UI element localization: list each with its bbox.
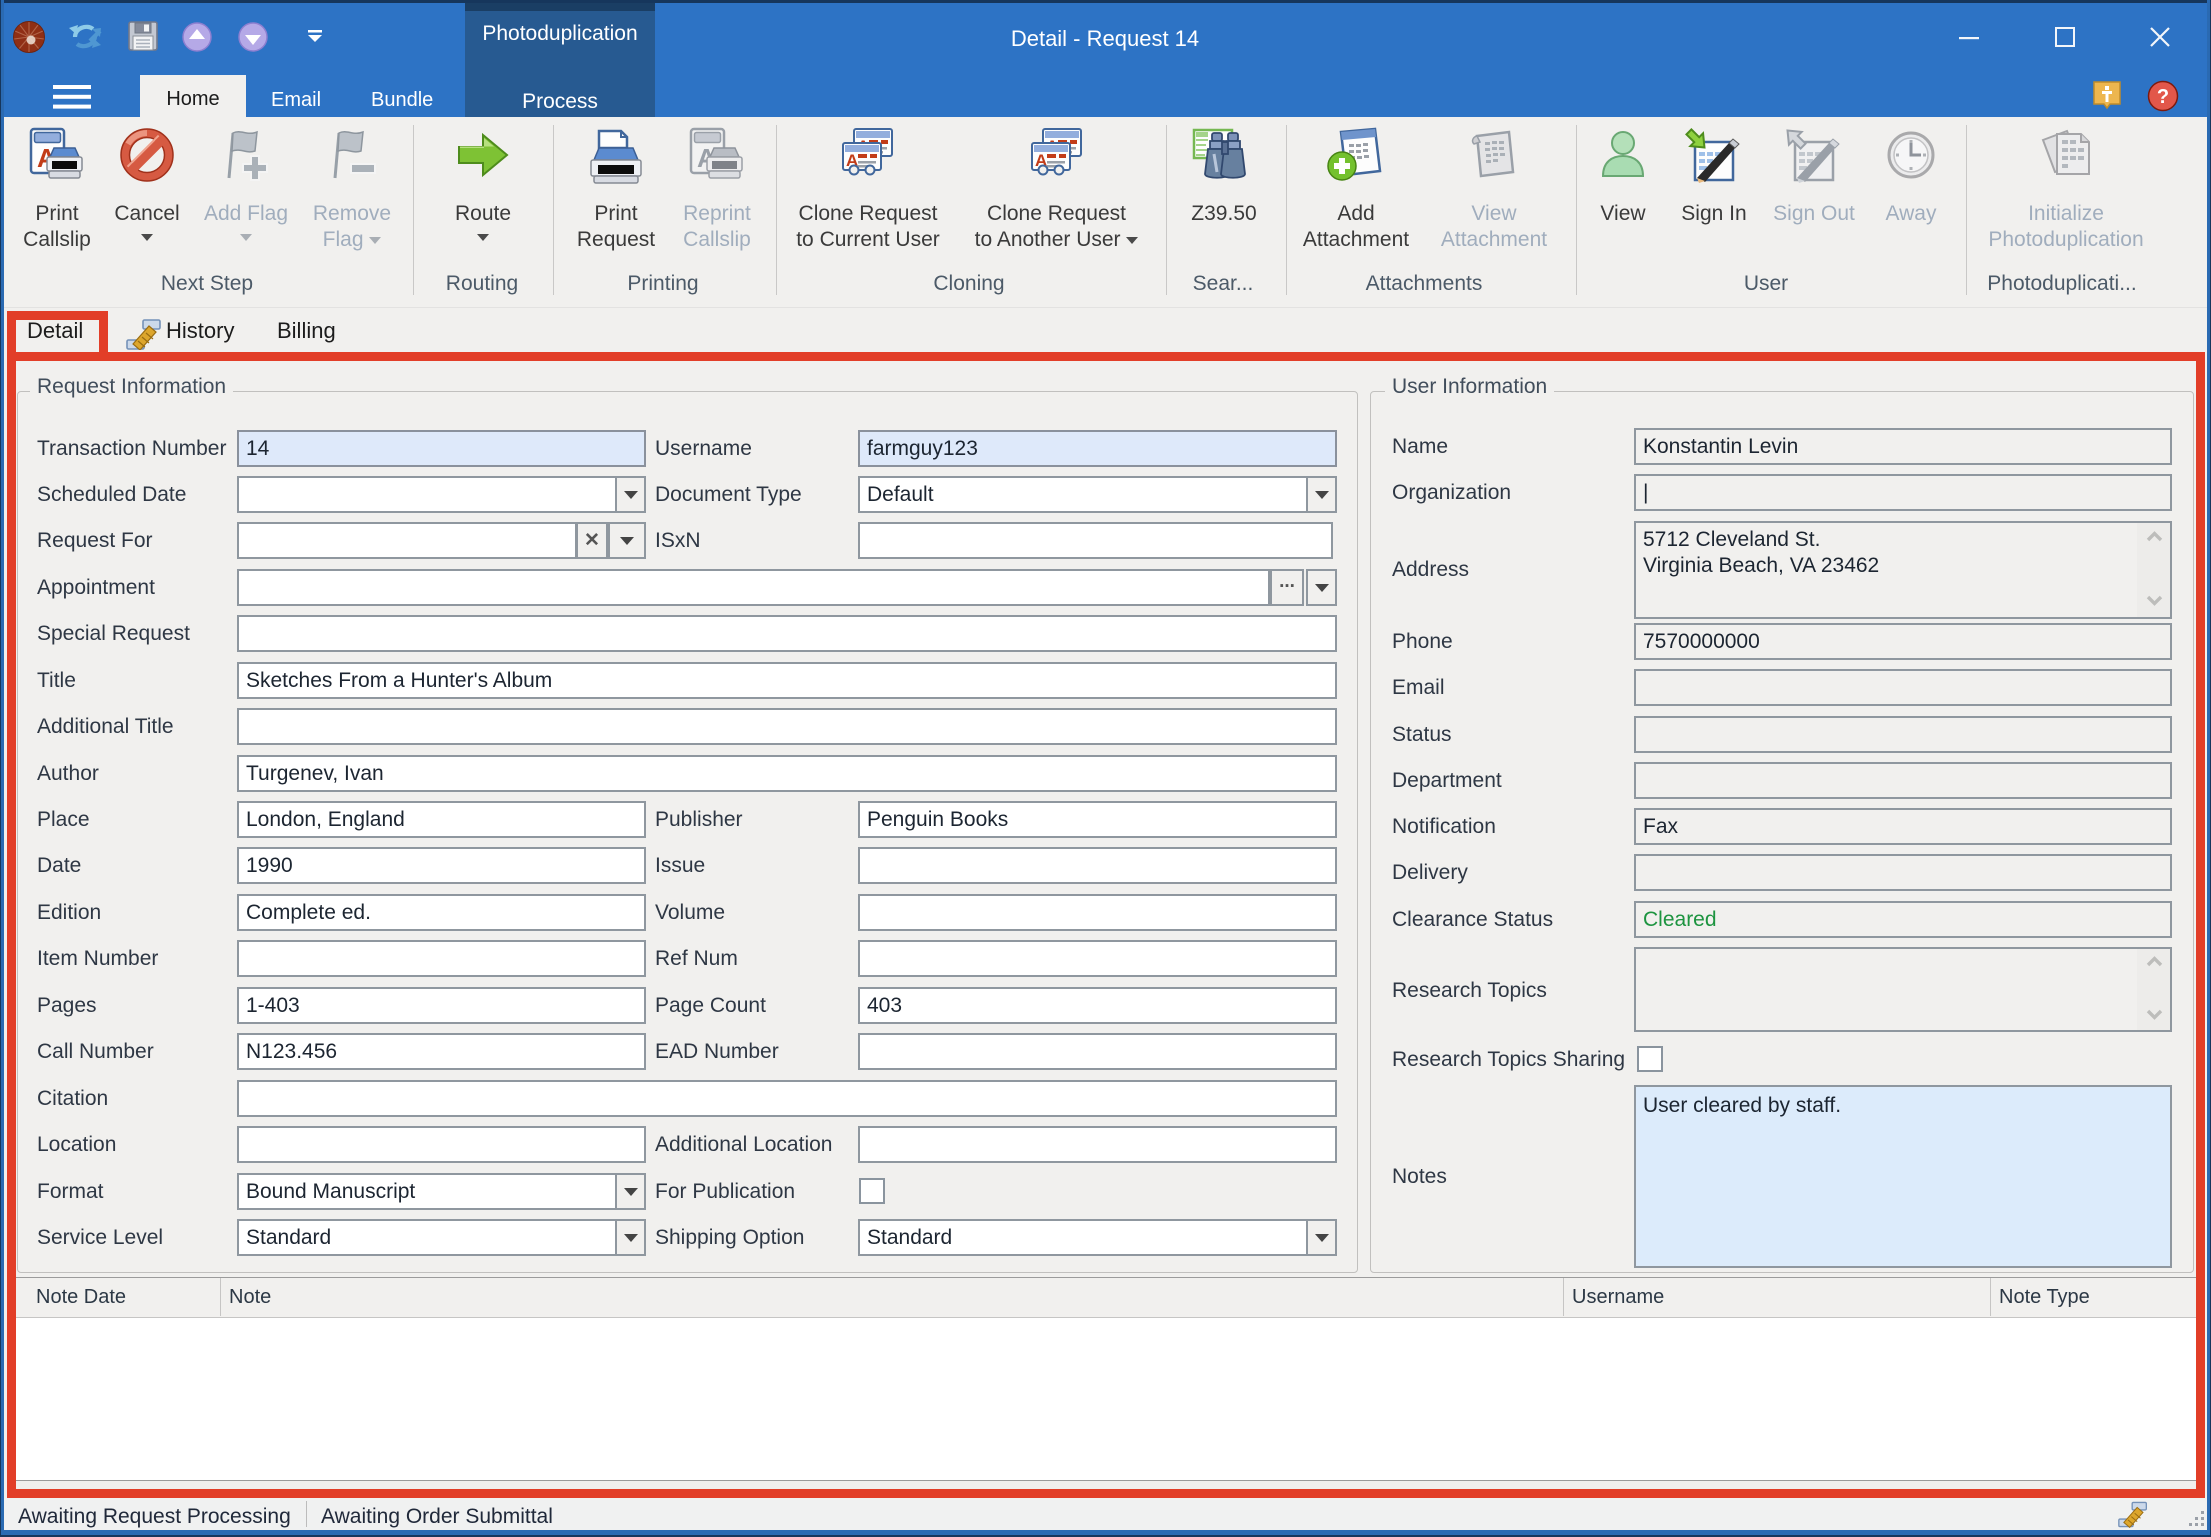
svg-text:?: ?	[2157, 86, 2169, 108]
